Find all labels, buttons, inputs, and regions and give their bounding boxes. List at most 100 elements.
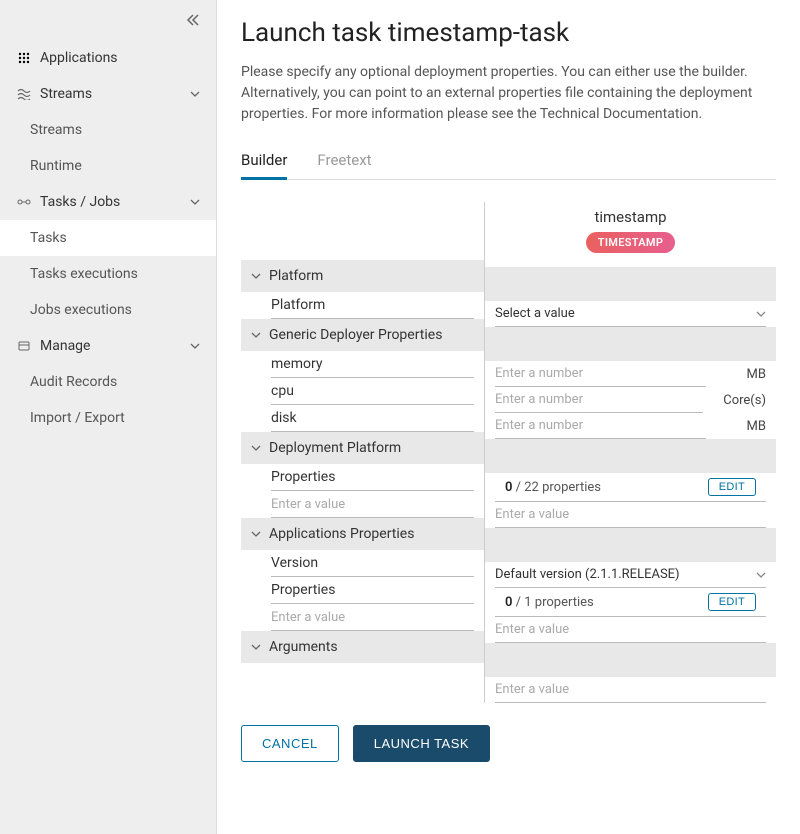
page-description: Please specify any optional deployment p… bbox=[241, 62, 776, 125]
section-arguments-header[interactable]: Arguments bbox=[241, 631, 484, 663]
sidebar-item-audit-records[interactable]: Audit Records bbox=[0, 364, 216, 400]
sidebar-label: Tasks / Jobs bbox=[40, 194, 190, 210]
builder-left-column: Platform Platform Generic Deployer Prope… bbox=[241, 202, 484, 703]
section-title: Generic Deployer Properties bbox=[269, 327, 442, 343]
collapse-sidebar-icon[interactable] bbox=[186, 13, 200, 27]
placeholder-text: Enter a number bbox=[495, 366, 583, 381]
memory-label: memory bbox=[271, 351, 474, 378]
chevron-down-icon bbox=[251, 531, 261, 537]
sidebar-label: Tasks executions bbox=[30, 266, 138, 282]
cpu-unit: Core(s) bbox=[723, 393, 776, 408]
arguments-input[interactable]: Enter a value bbox=[495, 677, 766, 703]
sidebar-item-tasks-jobs[interactable]: Tasks / Jobs bbox=[0, 184, 216, 220]
deployment-properties-edit-button[interactable]: EDIT bbox=[708, 478, 756, 496]
placeholder-text: Enter a number bbox=[495, 392, 583, 407]
sidebar-label: Applications bbox=[40, 50, 200, 66]
platform-select[interactable]: Select a value bbox=[495, 301, 766, 327]
action-buttons: CANCEL LAUNCH TASK bbox=[241, 725, 776, 762]
section-apps-header[interactable]: Applications Properties bbox=[241, 518, 484, 550]
section-title: Deployment Platform bbox=[269, 440, 401, 456]
deployment-properties-count: 0 / 22 properties bbox=[505, 480, 708, 495]
cancel-button[interactable]: CANCEL bbox=[241, 725, 339, 762]
sidebar-top bbox=[0, 0, 216, 40]
memory-input[interactable]: Enter a number bbox=[495, 361, 706, 387]
sidebar-item-streams[interactable]: Streams bbox=[0, 76, 216, 112]
page-title-prefix: Launch task bbox=[241, 18, 388, 48]
page-title-name: timestamp-task bbox=[388, 18, 569, 48]
sidebar-label: Streams bbox=[30, 122, 82, 138]
manage-icon bbox=[16, 340, 32, 352]
sidebar-label: Import / Export bbox=[30, 410, 125, 426]
section-title: Applications Properties bbox=[269, 526, 414, 542]
chevron-down-icon bbox=[251, 273, 261, 279]
disk-unit: MB bbox=[726, 419, 776, 434]
tab-freetext[interactable]: Freetext bbox=[317, 143, 371, 179]
chevron-down-icon bbox=[251, 445, 261, 451]
disk-input[interactable]: Enter a number bbox=[495, 413, 706, 439]
apps-properties-count: 0 / 1 properties bbox=[505, 595, 708, 610]
placeholder-text: Enter a value bbox=[495, 622, 569, 637]
sidebar-label: Manage bbox=[40, 338, 190, 354]
sidebar-label: Streams bbox=[40, 86, 190, 102]
app-name: timestamp bbox=[485, 208, 776, 226]
section-title: Arguments bbox=[269, 639, 338, 655]
sidebar-item-manage[interactable]: Manage bbox=[0, 328, 216, 364]
cpu-label: cpu bbox=[271, 378, 474, 405]
sidebar-item-streams-sub[interactable]: Streams bbox=[0, 112, 216, 148]
sidebar-item-tasks-executions[interactable]: Tasks executions bbox=[0, 256, 216, 292]
select-value: Select a value bbox=[495, 306, 750, 321]
chevron-down-icon bbox=[190, 343, 200, 349]
apps-version-select[interactable]: Default version (2.1.1.RELEASE) bbox=[495, 562, 766, 588]
apps-properties-edit-button[interactable]: EDIT bbox=[708, 593, 756, 611]
tab-builder[interactable]: Builder bbox=[241, 143, 287, 180]
app-header: timestamp TIMESTAMP bbox=[485, 202, 776, 267]
sidebar-item-tasks[interactable]: Tasks bbox=[0, 220, 216, 256]
sidebar-label: Audit Records bbox=[30, 374, 117, 390]
sidebar-label: Jobs executions bbox=[30, 302, 132, 318]
apps-custom-value-input[interactable]: Enter a value bbox=[495, 617, 766, 643]
section-title: Platform bbox=[269, 268, 323, 284]
chevron-down-icon bbox=[190, 91, 200, 97]
app-type-badge: TIMESTAMP bbox=[586, 232, 675, 253]
section-deployment-header[interactable]: Deployment Platform bbox=[241, 432, 484, 464]
cpu-input[interactable]: Enter a number bbox=[495, 387, 703, 413]
placeholder-text: Enter a value bbox=[495, 682, 569, 697]
chevron-down-icon bbox=[251, 644, 261, 650]
tasks-icon bbox=[16, 196, 32, 208]
grid-icon bbox=[16, 52, 32, 64]
sidebar-item-import-export[interactable]: Import / Export bbox=[0, 400, 216, 436]
builder-panel: Platform Platform Generic Deployer Prope… bbox=[241, 202, 776, 703]
sidebar-label: Runtime bbox=[30, 158, 82, 174]
platform-label: Platform bbox=[271, 292, 474, 319]
select-value: Default version (2.1.1.RELEASE) bbox=[495, 567, 750, 582]
deployment-properties-label: Properties bbox=[271, 464, 474, 491]
builder-right-column: timestamp TIMESTAMP Select a value Enter… bbox=[484, 202, 776, 703]
placeholder-text: Enter a value bbox=[495, 507, 569, 522]
main-content: Launch task timestamp-task Please specif… bbox=[217, 0, 800, 834]
deployment-custom-key-input[interactable]: Enter a value bbox=[271, 491, 474, 518]
apps-properties-label: Properties bbox=[271, 577, 474, 604]
sidebar-label: Tasks bbox=[30, 230, 67, 246]
disk-label: disk bbox=[271, 405, 474, 432]
sidebar-item-jobs-executions[interactable]: Jobs executions bbox=[0, 292, 216, 328]
sidebar: Applications Streams Streams Runtime Tas… bbox=[0, 0, 217, 834]
chevron-down-icon bbox=[756, 311, 766, 317]
sidebar-item-applications[interactable]: Applications bbox=[0, 40, 216, 76]
launch-task-button[interactable]: LAUNCH TASK bbox=[353, 725, 490, 762]
apps-custom-key-input[interactable]: Enter a value bbox=[271, 604, 474, 631]
placeholder-text: Enter a number bbox=[495, 418, 583, 433]
chevron-down-icon bbox=[190, 199, 200, 205]
tabs: Builder Freetext bbox=[241, 143, 776, 180]
deployment-custom-value-input[interactable]: Enter a value bbox=[495, 502, 766, 528]
memory-unit: MB bbox=[726, 367, 776, 382]
chevron-down-icon bbox=[756, 572, 766, 578]
chevron-down-icon bbox=[251, 332, 261, 338]
placeholder-text: Enter a value bbox=[271, 610, 345, 625]
page-title: Launch task timestamp-task bbox=[241, 18, 776, 48]
section-platform-header[interactable]: Platform bbox=[241, 260, 484, 292]
sidebar-item-runtime[interactable]: Runtime bbox=[0, 148, 216, 184]
apps-version-label: Version bbox=[271, 550, 474, 577]
streams-icon bbox=[16, 88, 32, 100]
section-generic-header[interactable]: Generic Deployer Properties bbox=[241, 319, 484, 351]
placeholder-text: Enter a value bbox=[271, 497, 345, 512]
